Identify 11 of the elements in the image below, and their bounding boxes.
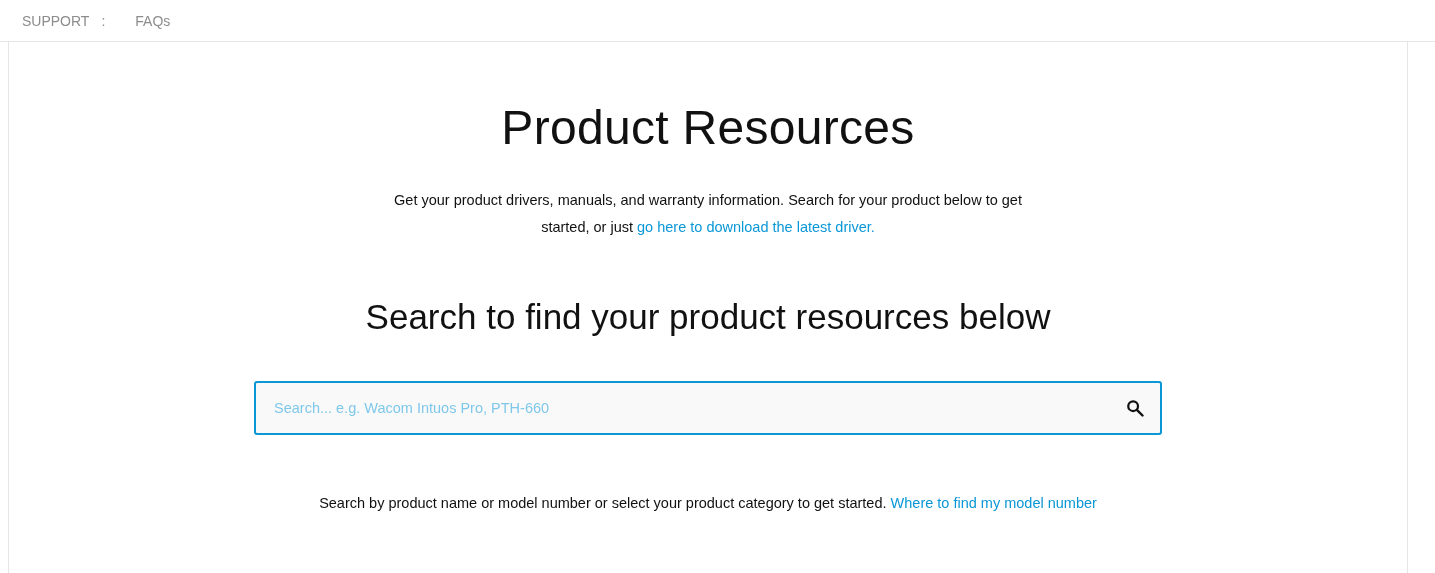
page-title: Product Resources <box>501 100 915 155</box>
breadcrumb-link[interactable]: FAQs <box>135 12 171 29</box>
search-heading: Search to find your product resources below <box>365 297 1051 337</box>
search-field[interactable]: Search... e.g. Wacom Intuos Pro, PTH-660 <box>254 381 1162 435</box>
model-number-link[interactable]: Where to find my model number <box>890 495 1097 511</box>
breadcrumb-separator: : <box>101 12 106 29</box>
driver-download-link[interactable]: go here to download the latest driver. <box>637 219 875 235</box>
search-icon[interactable] <box>1126 399 1144 417</box>
breadcrumb-link[interactable]: SUPPORT <box>22 12 90 29</box>
search-hint: Search by product name or model number or select your product category to get started. Where to find my model number <box>319 495 1097 511</box>
intro-paragraph: Get your product drivers, manuals, and warranty information. Search for your product below to get started, or just go here to download the latest driver. <box>393 191 1023 237</box>
